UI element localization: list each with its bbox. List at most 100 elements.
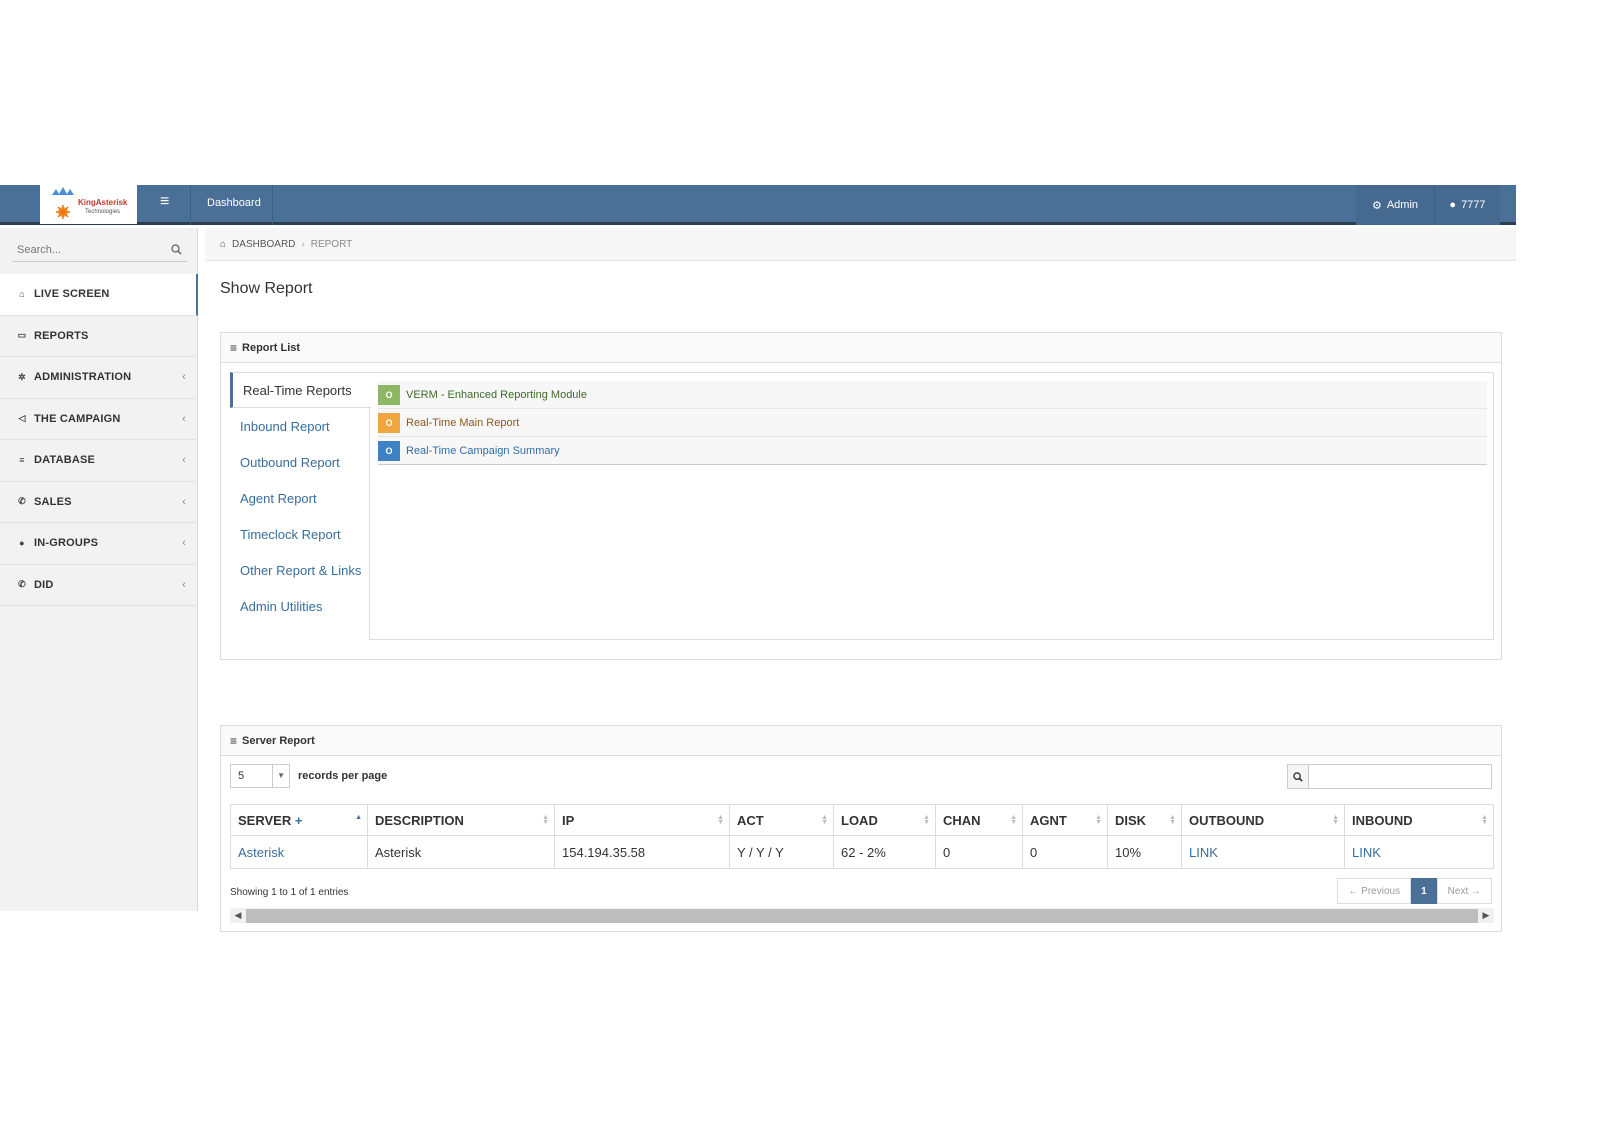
server-report-panel: ≡ Server Report 5 ▼ records per page SER…: [220, 725, 1502, 932]
scroll-right-icon[interactable]: ▶: [1478, 910, 1494, 921]
cell-load: 62 - 2%: [833, 835, 936, 869]
sidebar-item-label: DID: [34, 578, 54, 591]
horizontal-scrollbar[interactable]: ◀ ▶: [230, 908, 1494, 923]
admin-menu-button[interactable]: ⚙ Admin: [1356, 185, 1434, 225]
tab-timeclock-report[interactable]: Timeclock Report: [230, 516, 370, 552]
circle-icon: O: [378, 384, 400, 405]
report-list-header: ≡ Report List: [221, 333, 1501, 363]
table-search-input[interactable]: [1309, 765, 1491, 788]
page-button[interactable]: 1: [1411, 878, 1437, 904]
list-item-real-time-main[interactable]: O Real-Time Main Report: [378, 409, 1487, 437]
sidebar-item-live-screen[interactable]: ⌂ LIVE SCREEN: [0, 274, 198, 316]
sidebar-item-label: REPORTS: [34, 329, 89, 342]
server-report-header: ≡ Server Report: [221, 726, 1501, 756]
sidebar-item-reports[interactable]: ▭ REPORTS: [0, 316, 198, 357]
sidebar-item-label: LIVE SCREEN: [34, 288, 110, 301]
column-header-inbound[interactable]: INBOUND ▲ ▼: [1344, 804, 1494, 836]
column-header-ip[interactable]: IP ▲ ▼: [554, 804, 730, 836]
tab-inbound-report[interactable]: Inbound Report: [230, 408, 370, 444]
sidebar-item-in-groups[interactable]: ● IN-GROUPS ‹: [0, 523, 198, 565]
cell-description: Asterisk: [367, 835, 555, 869]
search-placeholder: Search...: [17, 243, 62, 256]
column-header-act[interactable]: ACT ▲ ▼: [729, 804, 834, 836]
sidebar-item-database[interactable]: ≡ DATABASE ‹: [0, 440, 198, 482]
column-header-description[interactable]: DESCRIPTION ▲ ▼: [367, 804, 555, 836]
tab-agent-report[interactable]: Agent Report: [230, 480, 370, 516]
tab-admin-utilities[interactable]: Admin Utilities: [230, 588, 370, 624]
sidebar-item-the-campaign[interactable]: ◁ THE CAMPAIGN ‹: [0, 399, 198, 440]
chevron-left-icon: ‹: [182, 537, 186, 549]
database-icon: ≡: [19, 455, 25, 466]
column-header-server[interactable]: SERVER + ▲: [230, 804, 368, 836]
menu-toggle-icon[interactable]: ≡: [160, 194, 174, 210]
sort-icon: ▲ ▼: [1095, 814, 1102, 826]
per-page-value: 5: [238, 770, 245, 782]
list-item-campaign-summary[interactable]: O Real-Time Campaign Summary: [378, 437, 1487, 465]
cell-outbound-link[interactable]: LINK: [1181, 835, 1345, 869]
breadcrumb-separator: ›: [301, 238, 305, 250]
user-label: 7777: [1461, 199, 1486, 211]
user-icon: ●: [19, 538, 25, 549]
nav-dashboard-link[interactable]: Dashboard: [207, 197, 261, 209]
nav-divider: [272, 185, 273, 225]
scrollbar-thumb[interactable]: [246, 908, 1478, 923]
previous-page-button[interactable]: ← Previous: [1337, 878, 1412, 904]
table-length-control: 5 ▼ records per page: [230, 764, 387, 788]
sidebar-item-sales[interactable]: ✆ SALES ‹: [0, 482, 198, 523]
expand-plus-icon[interactable]: +: [295, 813, 303, 828]
chevron-left-icon: ‹: [182, 412, 186, 425]
cell-disk: 10%: [1107, 835, 1182, 869]
nav-divider: [190, 185, 191, 225]
cell-inbound-link[interactable]: LINK: [1344, 835, 1494, 869]
chevron-left-icon: ‹: [182, 578, 186, 591]
breadcrumb-dashboard-link[interactable]: DASHBOARD: [232, 239, 295, 250]
records-per-page-label: records per page: [298, 770, 388, 782]
scroll-left-icon[interactable]: ◀: [230, 910, 246, 921]
user-menu-button[interactable]: ● 7777: [1434, 185, 1500, 225]
cell-server-link[interactable]: Asterisk: [230, 835, 368, 869]
tab-content-real-time: O VERM - Enhanced Reporting Module O Rea…: [369, 372, 1494, 640]
next-page-button[interactable]: Next →: [1436, 878, 1492, 904]
breadcrumb-current: REPORT: [310, 238, 353, 250]
column-header-agnt[interactable]: AGNT ▲ ▼: [1022, 804, 1108, 836]
search-icon[interactable]: [171, 244, 182, 255]
cell-agnt: 0: [1022, 835, 1108, 869]
list-icon: ≡: [230, 733, 238, 748]
sort-asc-icon: ▲: [355, 814, 362, 821]
sort-icon: ▲ ▼: [1332, 814, 1339, 826]
home-icon: ⌂: [220, 238, 227, 250]
logo-line2: Technologies: [85, 209, 120, 215]
cell-chan: 0: [935, 835, 1023, 869]
circle-icon: O: [378, 412, 400, 433]
sidebar: Search... ⌂ LIVE SCREEN ▭ REPORTS ✲ ADMI…: [0, 228, 198, 911]
tab-other-report-links[interactable]: Other Report & Links: [230, 552, 370, 588]
sort-icon: ▲ ▼: [923, 814, 930, 826]
column-header-load[interactable]: LOAD ▲ ▼: [833, 804, 936, 836]
page-title: Show Report: [220, 280, 313, 297]
column-header-disk[interactable]: DISK ▲ ▼: [1107, 804, 1182, 836]
sidebar-item-administration[interactable]: ✲ ADMINISTRATION ‹: [0, 357, 198, 399]
table-info: Showing 1 to 1 of 1 entries: [230, 887, 349, 898]
sidebar-item-label: IN-GROUPS: [34, 537, 99, 550]
report-tabs: Real-Time Reports Inbound Report Outboun…: [230, 372, 371, 624]
report-link-label[interactable]: Real-Time Main Report: [406, 417, 519, 429]
report-link-label[interactable]: Real-Time Campaign Summary: [406, 445, 560, 457]
sort-icon: ▲ ▼: [821, 814, 828, 826]
sort-icon: ▲ ▼: [1169, 814, 1176, 826]
search-icon: [1288, 765, 1309, 788]
home-icon: ⌂: [19, 289, 25, 300]
report-link-label[interactable]: VERM - Enhanced Reporting Module: [406, 389, 587, 401]
list-item-verm[interactable]: O VERM - Enhanced Reporting Module: [378, 381, 1487, 409]
tab-outbound-report[interactable]: Outbound Report: [230, 444, 370, 480]
tab-real-time-reports[interactable]: Real-Time Reports: [230, 372, 371, 408]
report-list-title: Report List: [242, 341, 301, 354]
sidebar-item-did[interactable]: ✆ DID ‹: [0, 565, 198, 606]
records-per-page-select[interactable]: 5 ▼: [230, 764, 290, 788]
brand-logo[interactable]: KingAsterisk Technologies: [40, 185, 137, 224]
phone-icon: ✆: [18, 579, 26, 590]
column-header-chan[interactable]: CHAN ▲ ▼: [935, 804, 1023, 836]
table-row: Asterisk Asterisk 154.194.35.58 Y / Y / …: [230, 835, 1494, 869]
table-search-field[interactable]: [1287, 764, 1492, 789]
column-header-outbound[interactable]: OUTBOUND ▲ ▼: [1181, 804, 1345, 836]
sidebar-search-input[interactable]: Search...: [12, 238, 187, 262]
